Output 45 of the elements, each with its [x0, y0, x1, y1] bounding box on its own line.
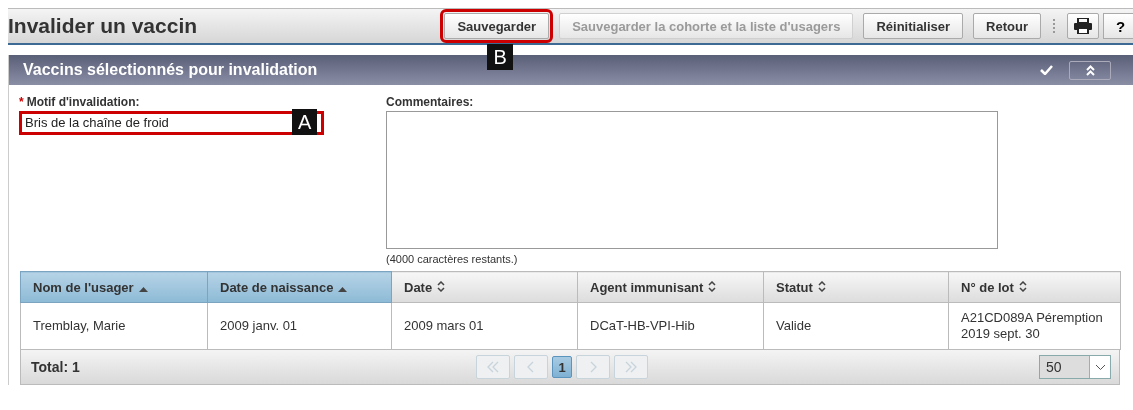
help-button[interactable]: ?	[1103, 13, 1133, 39]
reset-button[interactable]: Réinitialiser	[863, 13, 964, 39]
page-size-dropdown[interactable]: 50	[1039, 355, 1111, 379]
table-cell: Tremblay, Marie	[20, 302, 208, 350]
reason-field[interactable]: Bris de la chaîne de froid A	[19, 111, 324, 135]
required-mark: *	[19, 95, 24, 109]
next-page-button[interactable]	[576, 355, 610, 379]
table-cell: 2009 mars 01	[391, 302, 578, 350]
callout-label: A	[292, 109, 318, 135]
double-chevron-left-icon	[486, 361, 500, 373]
table-cell: A21CD089A Péremption 2019 sept. 30	[948, 302, 1121, 350]
sort-ascending-icon	[338, 286, 348, 292]
page-title: Invalider un vaccin	[8, 14, 199, 38]
table-cell: DCaT-HB-VPI-Hib	[577, 302, 764, 350]
column-header[interactable]: Nom de l'usager	[20, 271, 208, 303]
comments-field[interactable]	[386, 111, 998, 249]
column-header[interactable]: Statut	[763, 271, 949, 303]
previous-page-button[interactable]	[514, 355, 548, 379]
table-cell: 2009 janv. 01	[207, 302, 392, 350]
callout-label: B	[487, 44, 513, 70]
print-icon[interactable]	[1067, 13, 1099, 39]
field-label: * Motif d'invalidation:	[19, 95, 141, 109]
field-label: Commentaires:	[386, 95, 475, 109]
sort-icon	[1018, 280, 1027, 292]
total-count: Total: 1	[30, 359, 81, 375]
table-cell: Valide	[763, 302, 949, 350]
column-header[interactable]: Date de naissance	[207, 271, 392, 303]
collapse-button[interactable]	[1069, 60, 1111, 80]
column-header[interactable]: N° de lot	[948, 271, 1121, 303]
double-chevron-up-icon	[1085, 64, 1095, 76]
sort-icon	[437, 280, 446, 292]
column-header[interactable]: Agent immunisant	[577, 271, 764, 303]
column-header[interactable]: Date	[391, 271, 578, 303]
checkmark-icon	[1040, 65, 1053, 75]
back-button[interactable]: Retour	[973, 13, 1041, 39]
first-page-button[interactable]	[476, 355, 510, 379]
character-count: (4000 caractères restants.)	[386, 253, 519, 265]
page-button[interactable]: 1	[552, 356, 572, 378]
last-page-button[interactable]	[614, 355, 648, 379]
panel-title: Vaccins sélectionnés pour invalidation	[23, 61, 319, 79]
sort-icon	[817, 280, 826, 292]
double-chevron-right-icon	[624, 361, 638, 373]
chevron-down-icon	[1095, 364, 1105, 370]
sort-ascending-icon	[138, 286, 148, 292]
sort-icon	[708, 280, 717, 292]
